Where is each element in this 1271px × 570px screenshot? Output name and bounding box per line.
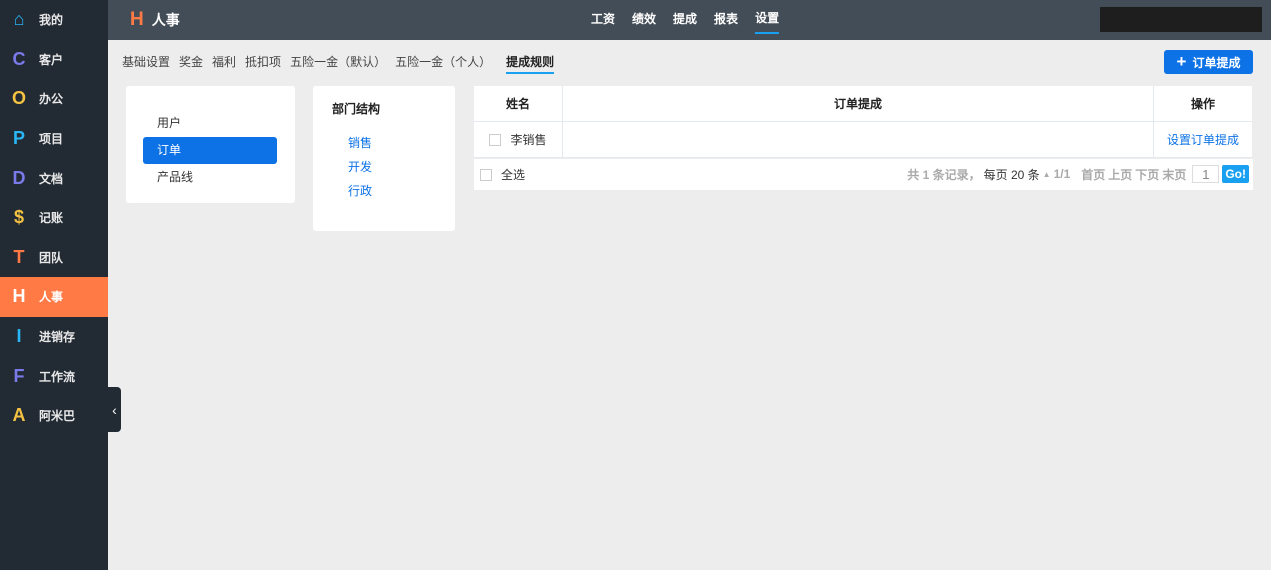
add-button-label: 订单提成 — [1192, 55, 1241, 70]
select-all-label: 全选 — [501, 168, 526, 182]
sidebar-item-5[interactable]: $ 记账 — [0, 198, 108, 238]
module-icon: I — [16, 326, 22, 347]
sidebar-item-label: 团队 — [39, 250, 64, 265]
tab-commission-rules[interactable]: 提成规则 — [506, 53, 555, 74]
module-icon: P — [12, 128, 25, 149]
sidebar-item-7[interactable]: H 人事 — [0, 277, 108, 317]
app-title: 人事 — [151, 12, 180, 28]
module-icon: $ — [13, 207, 24, 228]
table-footer: 全选 共 1 条记录， 每页 20 条▲ 1/1 首页 上页 下页 末页 Go! — [474, 159, 1253, 190]
row-checkbox[interactable] — [489, 133, 502, 146]
add-order-commission-button[interactable]: + 订单提成 — [1164, 50, 1253, 74]
next-page[interactable]: 下页 — [1135, 166, 1159, 183]
dept-admin[interactable]: 行政 — [332, 179, 436, 203]
sidebar-item-label: 办公 — [39, 92, 64, 107]
table-header: 姓名 订单提成 操作 — [474, 86, 1252, 122]
search-box — [1100, 7, 1271, 32]
search-input[interactable] — [1100, 7, 1271, 32]
sidebar-item-3[interactable]: P 项目 — [0, 119, 108, 159]
module-icon: D — [12, 167, 26, 188]
top-nav: 工资 绩效 提成 报表 设置 — [591, 0, 780, 38]
sidebar-item-label: 阿米巴 — [39, 409, 76, 424]
page-size-select[interactable]: 每页 20 条 — [984, 166, 1040, 183]
employee-name: 李销售 — [510, 133, 547, 147]
tab-insurance-personal[interactable]: 五险一金（个人） — [395, 53, 491, 74]
menu-item-product-line[interactable]: 产品线 — [126, 164, 295, 191]
dept-sales[interactable]: 销售 — [332, 131, 436, 155]
tab-basic[interactable]: 基础设置 — [122, 53, 170, 74]
nav-settings[interactable]: 设置 — [755, 0, 780, 34]
tab-welfare[interactable]: 福利 — [212, 53, 236, 74]
sidebar-item-label: 工作流 — [39, 369, 76, 384]
chevron-left-icon: ‹ — [112, 401, 117, 418]
rule-type-menu: 用户 订单 产品线 — [126, 86, 295, 203]
nav-commission[interactable]: 提成 — [673, 0, 697, 38]
col-action: 操作 — [1153, 86, 1252, 121]
brand: H 人事 — [130, 9, 180, 31]
table-row: 李销售 设置订单提成 — [474, 122, 1252, 158]
first-page[interactable]: 首页 — [1081, 166, 1105, 183]
sidebar: ⌂ 我的 C 客户 O 办公 P 项目 D 文档 $ 记账 T 团队 H 人事 I 进销存 F 工作流 A 阿米巴 — [0, 0, 108, 570]
last-page[interactable]: 末页 — [1162, 166, 1186, 183]
prev-page[interactable]: 上页 — [1108, 166, 1132, 183]
module-icon: A — [12, 405, 26, 426]
commission-table: 姓名 订单提成 操作 李销售 设置订单提成 — [474, 86, 1252, 158]
nav-performance[interactable]: 绩效 — [632, 0, 656, 38]
select-all-checkbox[interactable] — [480, 168, 492, 181]
sidebar-item-label: 文档 — [39, 171, 64, 186]
nav-salary[interactable]: 工资 — [591, 0, 615, 38]
module-icon: T — [13, 246, 25, 267]
tab-deductions[interactable]: 抵扣项 — [245, 53, 281, 74]
module-icon: ⌂ — [13, 9, 25, 30]
menu-item-order[interactable]: 订单 — [143, 137, 277, 164]
total-records: 共 1 条记录， — [907, 167, 981, 182]
plus-icon: + — [1176, 52, 1187, 71]
settings-tabs: 基础设置 奖金 福利 抵扣项 五险一金（默认） 五险一金（个人） 提成规则 — [122, 53, 563, 74]
pagination: 共 1 条记录， 每页 20 条▲ 1/1 首页 上页 下页 末页 Go! — [907, 165, 1249, 183]
go-button[interactable]: Go! — [1222, 165, 1249, 183]
sidebar-item-label: 项目 — [39, 132, 64, 147]
page-input[interactable] — [1192, 165, 1220, 183]
module-icon: O — [11, 88, 26, 109]
sidebar-item-label: 人事 — [39, 290, 64, 305]
department-title: 部门结构 — [332, 102, 381, 116]
module-icon: C — [12, 48, 26, 69]
sidebar-item-6[interactable]: T 团队 — [0, 238, 108, 278]
sidebar-item-8[interactable]: I 进销存 — [0, 317, 108, 357]
col-commission: 订单提成 — [833, 97, 882, 111]
sidebar-item-0[interactable]: ⌂ 我的 — [0, 0, 108, 40]
sidebar-item-label: 记账 — [39, 211, 64, 226]
sidebar-item-1[interactable]: C 客户 — [0, 40, 108, 80]
set-commission-link[interactable]: 设置订单提成 — [1153, 122, 1252, 157]
collapse-sidebar-button[interactable]: ‹ — [108, 387, 121, 432]
tab-bonus[interactable]: 奖金 — [179, 53, 203, 74]
sidebar-item-2[interactable]: O 办公 — [0, 79, 108, 119]
hr-logo-icon: H — [130, 9, 144, 30]
sidebar-item-4[interactable]: D 文档 — [0, 158, 108, 198]
tab-insurance-default[interactable]: 五险一金（默认） — [290, 53, 386, 74]
sidebar-item-label: 进销存 — [39, 330, 76, 345]
top-bar: H 人事 工资 绩效 提成 报表 设置 — [108, 0, 1271, 40]
sidebar-item-label: 我的 — [39, 13, 64, 28]
module-icon: H — [12, 286, 26, 307]
department-tree: 部门结构 销售 开发 行政 — [313, 86, 455, 231]
module-icon: F — [13, 365, 25, 386]
dept-dev[interactable]: 开发 — [332, 155, 436, 179]
sidebar-item-label: 客户 — [39, 52, 64, 67]
menu-item-user[interactable]: 用户 — [126, 110, 295, 137]
col-name: 姓名 — [474, 86, 563, 121]
sidebar-item-10[interactable]: A 阿米巴 — [0, 396, 108, 436]
page-indicator: 1/1 — [1053, 167, 1071, 181]
nav-reports[interactable]: 报表 — [714, 0, 738, 38]
sidebar-item-9[interactable]: F 工作流 — [0, 356, 108, 396]
